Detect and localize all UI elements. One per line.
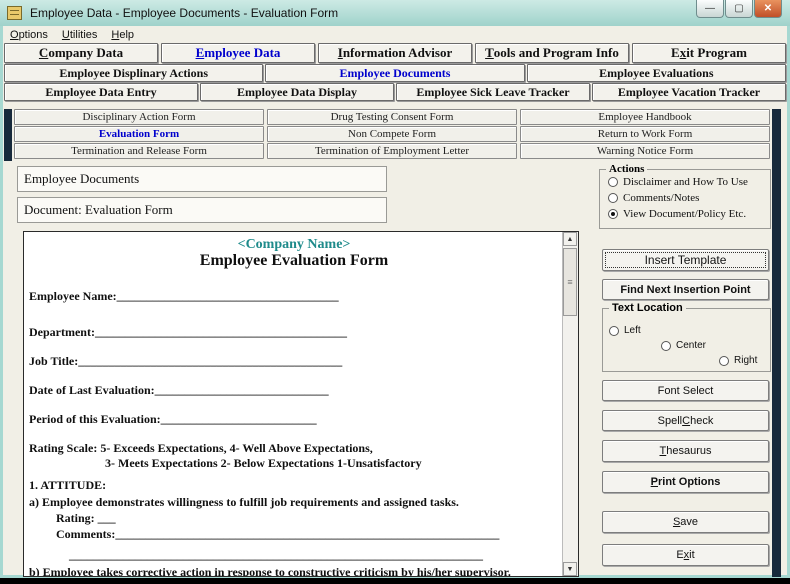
doc-button-disciplinary-action-form[interactable]: Disciplinary Action Form <box>14 109 264 125</box>
tab-employee-data[interactable]: Employee Data <box>161 43 315 63</box>
spell-check-button[interactable]: Spell Check <box>602 410 769 431</box>
tab-employee-sick-leave-tracker[interactable]: Employee Sick Leave Tracker <box>396 83 590 101</box>
radio-icon <box>608 209 618 219</box>
minimize-button-icon[interactable]: — <box>696 0 724 18</box>
radio-label: Right <box>734 355 757 366</box>
tab-employee-data-display[interactable]: Employee Data Display <box>200 83 394 101</box>
app-icon <box>7 6 22 20</box>
document-scrollbar[interactable]: ▲ ≡ ▼ <box>562 232 578 576</box>
doc-company-name: <Company Name> <box>29 237 559 252</box>
maximize-button-icon[interactable]: ▢ <box>725 0 753 18</box>
main-tab-row: Company Data Employee Data Information A… <box>4 43 786 63</box>
thesaurus-button[interactable]: Thesaurus <box>602 440 769 462</box>
radio-label: View Document/Policy Etc. <box>623 208 746 220</box>
radio-icon <box>661 341 671 351</box>
doc-rating-a: Rating: ___ <box>29 511 559 526</box>
document-viewer[interactable]: <Company Name> Employee Evaluation Form … <box>23 231 579 577</box>
tab-employee-disciplinary-actions[interactable]: Employee Displinary Actions <box>4 64 263 82</box>
radio-text-center[interactable]: Center <box>661 340 706 351</box>
radio-label: Left <box>624 325 641 336</box>
doc-button-termination-and-release-form[interactable]: Termination and Release Form <box>14 143 264 159</box>
scrollbar-thumb[interactable]: ≡ <box>563 248 577 316</box>
doc-button-employee-handbook[interactable]: Employee Handbook <box>520 109 770 125</box>
menu-help[interactable]: Help <box>104 29 141 41</box>
document-button-grid: Disciplinary Action Form Drug Testing Co… <box>14 109 770 161</box>
radio-icon <box>608 177 618 187</box>
tab-company-data[interactable]: Company Data <box>4 43 158 63</box>
scroll-up-icon[interactable]: ▲ <box>563 232 577 246</box>
doc-field-job-title: Job Title:______________________________… <box>29 354 559 369</box>
panel-right-edge <box>772 109 781 577</box>
app-window: Employee Data - Employee Documents - Eva… <box>0 0 790 578</box>
category-label-box: Employee Documents <box>17 166 387 192</box>
actions-legend: Actions <box>606 163 647 175</box>
radio-label: Disclaimer and How To Use <box>623 176 748 188</box>
radio-view-document[interactable]: View Document/Policy Etc. <box>608 208 746 220</box>
section-tab-row: Employee Displinary Actions Employee Doc… <box>4 64 786 82</box>
menu-bar: Options Utilities Help <box>3 27 787 43</box>
doc-comments-a-line2: ________________________________________… <box>29 548 559 563</box>
radio-label: Center <box>676 340 706 351</box>
doc-button-termination-of-employment-letter[interactable]: Termination of Employment Letter <box>267 143 517 159</box>
panel-left-edge <box>4 109 12 161</box>
doc-button-warning-notice-form[interactable]: Warning Notice Form <box>520 143 770 159</box>
document-label-box: Document: Evaluation Form <box>17 197 387 223</box>
doc-item-a: a) Employee demonstrates willingness to … <box>29 495 559 510</box>
doc-button-evaluation-form[interactable]: Evaluation Form <box>14 126 264 142</box>
radio-icon <box>608 193 618 203</box>
doc-field-date-last-evaluation: Date of Last Evaluation:________________… <box>29 383 559 398</box>
find-next-insertion-point-button[interactable]: Find Next Insertion Point <box>602 279 769 300</box>
radio-label: Comments/Notes <box>623 192 699 204</box>
tab-employee-vacation-tracker[interactable]: Employee Vacation Tracker <box>592 83 786 101</box>
radio-comments-notes[interactable]: Comments/Notes <box>608 192 699 204</box>
print-options-button[interactable]: Print Options <box>602 471 769 493</box>
window-title: Employee Data - Employee Documents - Eva… <box>30 6 338 20</box>
font-select-button[interactable]: Font Select <box>602 380 769 401</box>
tab-tools-program-info[interactable]: Tools and Program Info <box>475 43 629 63</box>
tab-employee-data-entry[interactable]: Employee Data Entry <box>4 83 198 101</box>
document-content: <Company Name> Employee Evaluation Form … <box>24 232 563 576</box>
doc-item-b: b) Employee takes corrective action in r… <box>29 565 559 576</box>
doc-button-non-compete-form[interactable]: Non Compete Form <box>267 126 517 142</box>
doc-field-department: Department:_____________________________… <box>29 325 559 340</box>
radio-icon <box>609 326 619 336</box>
doc-title: Employee Evaluation Form <box>29 252 559 270</box>
doc-comments-a: Comments:_______________________________… <box>29 527 559 542</box>
tab-exit-program[interactable]: Exit Program <box>632 43 786 63</box>
doc-field-employee-name: Employee Name:__________________________… <box>29 289 559 304</box>
exit-button[interactable]: Exit <box>602 544 769 566</box>
tab-employee-evaluations[interactable]: Employee Evaluations <box>527 64 786 82</box>
radio-icon <box>719 356 729 366</box>
tab-information-advisor[interactable]: Information Advisor <box>318 43 472 63</box>
doc-button-return-to-work-form[interactable]: Return to Work Form <box>520 126 770 142</box>
radio-text-right[interactable]: Right <box>719 355 757 366</box>
save-button[interactable]: Save <box>602 511 769 533</box>
doc-rating-scale-1: Rating Scale: 5- Exceeds Expectations, 4… <box>29 441 559 456</box>
radio-text-left[interactable]: Left <box>609 325 641 336</box>
doc-attitude-header: 1. ATTITUDE: <box>29 478 559 493</box>
subsection-tab-row: Employee Data Entry Employee Data Displa… <box>4 83 786 101</box>
radio-disclaimer[interactable]: Disclaimer and How To Use <box>608 176 748 188</box>
text-location-legend: Text Location <box>609 302 686 314</box>
text-location-groupbox: Text Location Left Center Right <box>602 308 771 372</box>
tab-employee-documents[interactable]: Employee Documents <box>265 64 524 82</box>
insert-template-button[interactable]: Insert Template <box>602 249 769 271</box>
menu-options[interactable]: Options <box>3 29 55 41</box>
doc-rating-scale-2: 3- Meets Expectations 2- Below Expectati… <box>29 456 559 471</box>
titlebar[interactable]: Employee Data - Employee Documents - Eva… <box>0 0 790 26</box>
actions-groupbox: Actions Disclaimer and How To Use Commen… <box>599 169 771 229</box>
menu-utilities[interactable]: Utilities <box>55 29 104 41</box>
doc-button-drug-testing-consent-form[interactable]: Drug Testing Consent Form <box>267 109 517 125</box>
scroll-down-icon[interactable]: ▼ <box>563 562 577 576</box>
close-button-icon[interactable]: ✕ <box>754 0 782 18</box>
doc-field-period: Period of this Evaluation:______________… <box>29 412 559 427</box>
